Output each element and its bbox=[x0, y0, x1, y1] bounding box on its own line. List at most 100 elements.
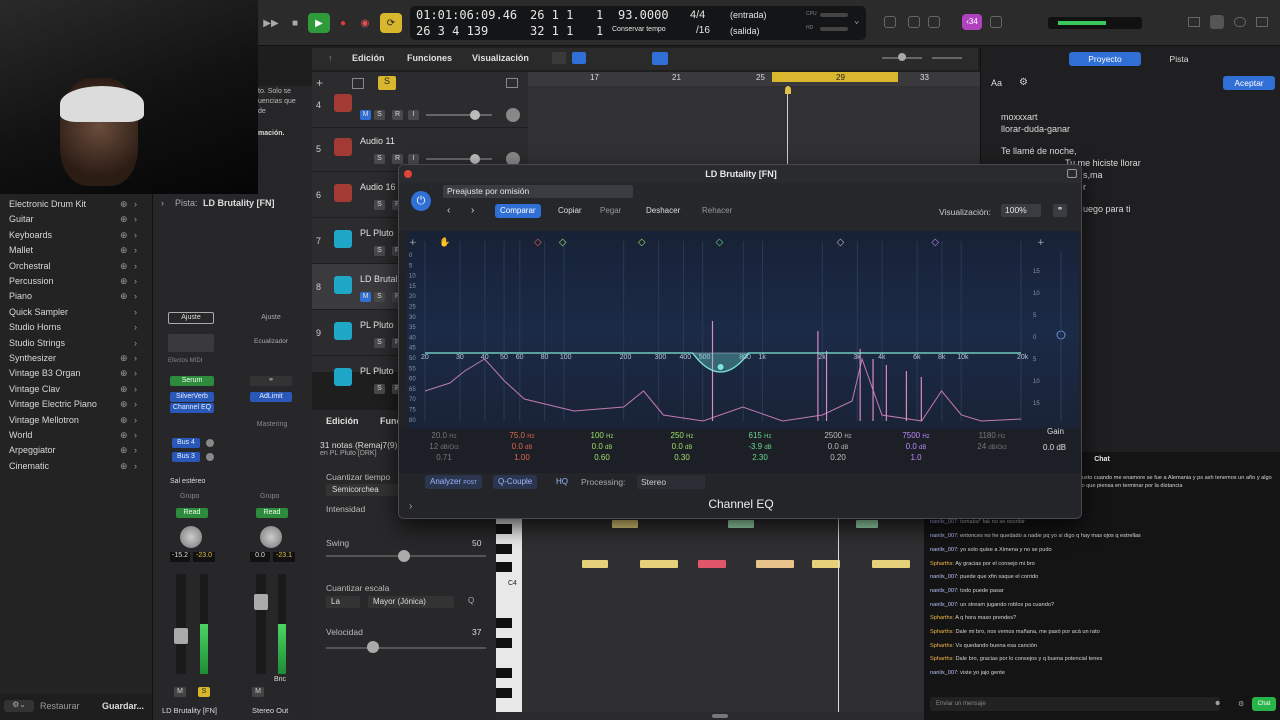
band-gain-value[interactable]: 12 bbox=[429, 442, 438, 451]
band-2-toggle[interactable]: ◇ bbox=[534, 237, 542, 248]
band-6-params[interactable]: 2500 Hz 0.0 dB 0.20 bbox=[803, 431, 873, 462]
mute-button[interactable]: M bbox=[360, 110, 371, 120]
chat-user[interactable]: Spharths: bbox=[930, 629, 954, 635]
band-q-value[interactable]: 0.60 bbox=[567, 453, 637, 462]
chevron-right-icon[interactable]: › bbox=[134, 353, 137, 363]
send-knob-1[interactable] bbox=[206, 439, 214, 447]
solo-button[interactable]: S bbox=[374, 200, 385, 210]
record-button[interactable]: ● bbox=[334, 14, 352, 32]
band-freq-value[interactable]: 615 bbox=[749, 431, 762, 440]
automation-read-2[interactable]: Read bbox=[256, 508, 288, 518]
solo-button-1[interactable]: S bbox=[198, 687, 210, 697]
library-item[interactable]: Vintage Electric Piano bbox=[9, 399, 97, 409]
midi-note[interactable] bbox=[812, 560, 840, 568]
band-gain-value[interactable]: 0.0 bbox=[828, 442, 839, 451]
list-editor-icon[interactable] bbox=[1188, 17, 1200, 27]
eq-curve[interactable] bbox=[425, 352, 1021, 373]
play-button[interactable]: ▶ bbox=[308, 13, 330, 33]
library-item[interactable]: Cinematic bbox=[9, 461, 49, 471]
solo-button[interactable]: S bbox=[374, 110, 385, 120]
chevron-right-icon[interactable]: › bbox=[134, 276, 137, 286]
link-window-icon[interactable] bbox=[1067, 169, 1077, 178]
band-q-value[interactable]: 2.30 bbox=[725, 453, 795, 462]
chevron-right-icon[interactable]: › bbox=[134, 430, 137, 440]
chevron-right-icon[interactable]: › bbox=[134, 245, 137, 255]
preset-select[interactable]: Preajuste por omisión bbox=[443, 185, 633, 198]
loops-icon[interactable] bbox=[1234, 17, 1246, 27]
setting-button-2[interactable]: Ajuste bbox=[248, 312, 294, 324]
download-icon[interactable]: ⊕ bbox=[120, 230, 128, 241]
library-item[interactable]: Electronic Drum Kit bbox=[9, 199, 86, 209]
download-icon[interactable]: ⊕ bbox=[120, 245, 128, 256]
bounce-button[interactable]: Bnc bbox=[274, 676, 286, 683]
gain-value[interactable]: 0.0 dB bbox=[1043, 443, 1066, 452]
band-freq-value[interactable]: 100 bbox=[591, 431, 604, 440]
midi-note[interactable] bbox=[640, 560, 678, 568]
lyric-line[interactable]: r bbox=[1083, 182, 1086, 192]
copy-button[interactable]: Copiar bbox=[553, 204, 587, 218]
download-icon[interactable]: ⊕ bbox=[120, 291, 128, 302]
chevron-right-icon[interactable]: › bbox=[134, 461, 137, 471]
division[interactable]: /16 bbox=[696, 25, 710, 36]
band-8-params[interactable]: 1180 Hz 24 dB/Oct bbox=[957, 431, 1027, 453]
track-name[interactable]: Audio 11 bbox=[360, 136, 395, 146]
group-slot-2[interactable]: Grupo bbox=[260, 493, 279, 500]
chat-user[interactable]: nanilx_007: bbox=[930, 670, 959, 676]
zoom-knob[interactable] bbox=[898, 53, 906, 61]
chevron-right-icon[interactable]: › bbox=[134, 384, 137, 394]
pan-knob-1[interactable] bbox=[180, 526, 202, 548]
midi-fx-slot[interactable]: Efectos MIDI bbox=[168, 358, 218, 364]
download-icon[interactable]: ⊕ bbox=[120, 368, 128, 379]
track-volume-slider[interactable] bbox=[426, 114, 492, 116]
band-gain-value[interactable]: -3.9 bbox=[748, 442, 762, 451]
restore-button[interactable]: Restaurar bbox=[40, 701, 80, 711]
ruler[interactable]: 17 21 25 29 33 bbox=[528, 72, 980, 86]
band-freq-value[interactable]: 7500 bbox=[902, 431, 920, 440]
pan-knob-2[interactable] bbox=[260, 526, 282, 548]
analyzer-button[interactable]: Analyzer POST bbox=[425, 475, 482, 489]
band-3-toggle[interactable]: ◇ bbox=[559, 237, 567, 248]
chevron-right-icon[interactable]: › bbox=[134, 338, 137, 348]
eq-thumbnail[interactable] bbox=[168, 334, 214, 352]
list-icon[interactable] bbox=[928, 16, 940, 28]
library-item[interactable]: Orchestral bbox=[9, 261, 51, 271]
mute-button[interactable]: M bbox=[360, 292, 371, 302]
library-item[interactable]: Arpeggiator bbox=[9, 445, 56, 455]
editor-menu-edit[interactable]: Edición bbox=[326, 416, 359, 426]
track-name[interactable]: PL Pluto bbox=[360, 366, 394, 376]
processing-select[interactable]: Stereo bbox=[637, 475, 705, 489]
download-icon[interactable]: ⊕ bbox=[120, 353, 128, 364]
chat-user[interactable]: nanilx_007: bbox=[930, 519, 959, 525]
track-header[interactable]: 4 M S R I bbox=[312, 82, 528, 128]
undo-button[interactable]: Deshacer bbox=[641, 204, 685, 218]
band-freq-value[interactable]: 1180 bbox=[979, 431, 996, 440]
prev-preset-icon[interactable]: ‹ bbox=[447, 205, 450, 216]
solo-button[interactable]: S bbox=[374, 246, 385, 256]
zoom-slider-2[interactable] bbox=[932, 57, 962, 59]
adlimit-slot[interactable]: AdLimit bbox=[250, 392, 292, 402]
chevron-right-icon[interactable]: › bbox=[134, 199, 137, 209]
band-6-toggle[interactable]: ◇ bbox=[837, 237, 845, 248]
band-4-params[interactable]: 250 Hz 0.0 dB 0.30 bbox=[647, 431, 717, 462]
tab-track[interactable]: Pista bbox=[1151, 52, 1207, 66]
library-item[interactable]: Guitar bbox=[9, 214, 34, 224]
serum-slot[interactable]: Serum bbox=[170, 376, 214, 386]
lyric-line[interactable]: uego para ti bbox=[1083, 204, 1131, 214]
chat-user[interactable]: Spharths: bbox=[930, 656, 954, 662]
chevron-right-icon[interactable]: › bbox=[134, 214, 137, 224]
band-5-toggle[interactable]: ◇ bbox=[716, 237, 724, 248]
notepad-icon[interactable] bbox=[1210, 15, 1224, 29]
band-7-params[interactable]: 7500 Hz 0.0 dB 1.0 bbox=[881, 431, 951, 462]
record-enable-button[interactable]: R bbox=[392, 154, 403, 164]
next-preset-icon[interactable]: › bbox=[471, 205, 474, 216]
redo-button[interactable]: Rehacer bbox=[697, 204, 737, 218]
eq-slot[interactable]: Ecualizador bbox=[248, 338, 294, 345]
download-icon[interactable]: ⊕ bbox=[120, 461, 128, 472]
menu-view[interactable]: Visualización bbox=[472, 53, 529, 63]
chat-user[interactable]: nanilx_007: bbox=[930, 574, 959, 580]
piano-keyboard[interactable]: C4 bbox=[496, 518, 522, 712]
link-icon[interactable]: ⚭ bbox=[250, 376, 292, 386]
menu-edit[interactable]: Edición bbox=[352, 53, 385, 63]
band-7-toggle[interactable]: ◇ bbox=[931, 237, 939, 248]
library-item[interactable]: World bbox=[9, 430, 32, 440]
